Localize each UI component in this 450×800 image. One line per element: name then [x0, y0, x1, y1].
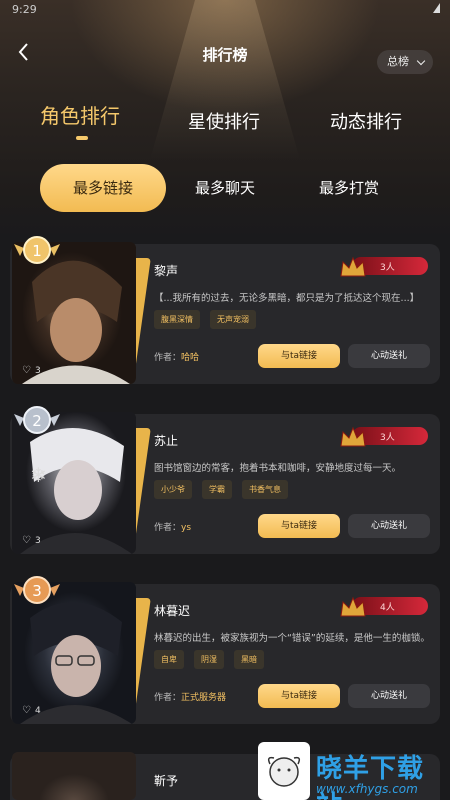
character-name: 林暮迟 — [154, 604, 191, 618]
heart-icon: ♡ — [22, 705, 31, 716]
tag: 黑暗 — [234, 650, 264, 669]
subtab-most-tips[interactable]: 最多打赏 — [304, 164, 394, 212]
tag: 书香气息 — [242, 480, 288, 499]
crown-icon — [340, 596, 366, 617]
tab-moment-ranking[interactable]: 动态排行 — [330, 108, 402, 134]
tab-role-ranking[interactable]: 角色排行 — [40, 100, 120, 129]
link-button[interactable]: 与ta链接 — [258, 684, 340, 708]
watermark: 晓羊下载站 www.xfhygs.com — [258, 742, 450, 800]
character-name: 苏止 — [154, 434, 179, 448]
gift-button[interactable]: 心动送礼 — [348, 514, 430, 538]
range-select-value: 总榜 — [387, 55, 409, 68]
author-info: 作者：正式服务器 — [154, 693, 227, 703]
svg-text:3: 3 — [32, 582, 42, 600]
range-select[interactable]: 总榜 — [377, 50, 433, 74]
heat-count: 4人 — [380, 603, 395, 613]
tag: 小少爷 — [154, 480, 192, 499]
status-time: 9:29 — [12, 3, 37, 16]
spotlight-decoration — [150, 0, 300, 160]
sheep-logo-icon — [258, 742, 310, 800]
tag-list: 腹黑深情 无声宠溺 — [154, 310, 256, 329]
author-info: 作者：ys — [154, 523, 192, 533]
character-name: 黎声 — [154, 264, 179, 278]
character-name: 靳予 — [154, 774, 179, 788]
tab-indicator — [76, 136, 88, 140]
chevron-down-icon — [416, 56, 426, 66]
watermark-url: www.xfhygs.com — [316, 782, 418, 796]
crown-icon — [340, 256, 366, 277]
tag: 阴湿 — [194, 650, 224, 669]
status-bar: 9:29 — [0, 0, 450, 20]
tag: 腹黑深情 — [154, 310, 200, 329]
silver-medal-icon: 2 — [14, 406, 60, 434]
tag: 无声宠溺 — [210, 310, 256, 329]
gift-button[interactable]: 心动送礼 — [348, 344, 430, 368]
likes-count: ♡ 4 — [22, 705, 41, 716]
bronze-medal-icon: 3 — [14, 576, 60, 604]
tag: 自卑 — [154, 650, 184, 669]
link-button[interactable]: 与ta链接 — [258, 344, 340, 368]
likes-count: ♡ 3 — [22, 535, 41, 546]
gift-button[interactable]: 心动送礼 — [348, 684, 430, 708]
character-description: 图书馆窗边的常客，抱着书本和咖啡，安静地度过每一天。 — [154, 463, 402, 474]
subtab-most-chats[interactable]: 最多聊天 — [180, 164, 270, 212]
rank-card[interactable]: ♡ 3 1 黎声 3人 【...我所有的过去，无论多黑暗，都只是为了抵达这个现在.… — [10, 236, 440, 384]
heart-icon: ♡ — [22, 535, 31, 546]
svg-text:1: 1 — [32, 242, 42, 260]
rank-card[interactable]: ❄ ♡ 3 2 苏止 3人 图书馆窗边的常客，抱着书本和咖啡，安静地度过每一天。 … — [10, 406, 440, 554]
heat-count: 3人 — [380, 433, 395, 443]
heat-count: 3人 — [380, 263, 395, 273]
character-description: 【...我所有的过去，无论多黑暗，都只是为了抵达这个现在...】 — [154, 293, 420, 304]
author-info: 作者：哈哈 — [154, 353, 200, 363]
rank-card[interactable]: ♡ 4 3 林暮迟 4人 林暮迟的出生，被家族视为一个“错误”的延续，是他一生的枷… — [10, 576, 440, 724]
signal-icon — [426, 3, 440, 13]
heat-badge: 3人 — [338, 424, 430, 447]
subtab-most-links[interactable]: 最多链接 — [40, 164, 166, 212]
svg-text:❄: ❄ — [30, 463, 47, 487]
svg-text:2: 2 — [32, 412, 42, 430]
gold-medal-icon: 1 — [14, 236, 60, 264]
crown-icon — [340, 426, 366, 447]
link-button[interactable]: 与ta链接 — [258, 514, 340, 538]
character-description: 林暮迟的出生，被家族视为一个“错误”的延续，是他一生的枷锁。 — [154, 633, 430, 644]
tag: 学霸 — [202, 480, 232, 499]
character-portrait — [10, 748, 146, 800]
tag-list: 自卑 阴湿 黑暗 — [154, 650, 264, 669]
heart-icon: ♡ — [22, 365, 31, 376]
tag-list: 小少爷 学霸 书香气息 — [154, 480, 288, 499]
likes-count: ♡ 3 — [22, 365, 41, 376]
tab-star-ranking[interactable]: 星使排行 — [188, 108, 260, 134]
heat-badge: 4人 — [338, 594, 430, 617]
heat-badge: 3人 — [338, 254, 430, 277]
